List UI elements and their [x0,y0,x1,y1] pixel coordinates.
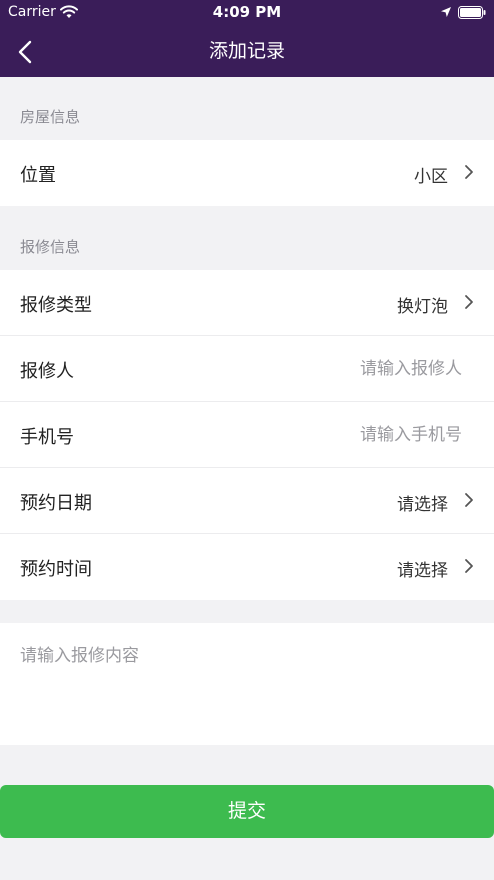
location-row[interactable]: 位置 小区 [0,140,494,206]
repair-content-box [0,623,494,745]
reporter-input[interactable] [222,352,462,386]
page-title: 添加记录 [208,40,285,62]
reporter-row: 报修人 [0,336,494,402]
location-value: 小区 [414,167,448,187]
status-bar: Carrier 4:09 PM [0,0,494,26]
chevron-right-icon [465,493,473,507]
chevron-right-icon [465,295,473,309]
phone-label: 手机号 [20,427,74,448]
section-label-repair: 报修信息 [20,238,81,256]
nav-bar: Carrier 4:09 PM 添加记录 [0,0,494,77]
repair-type-value: 换灯泡 [397,297,448,317]
section-label-house: 房屋信息 [20,108,81,126]
appointment-time-row[interactable]: 预约时间 请选择 [0,534,494,600]
chevron-right-icon [465,165,473,179]
repair-type-label: 报修类型 [20,295,92,316]
location-label: 位置 [20,165,56,186]
repair-info-group: 报修类型 换灯泡 报修人 手机号 预约日期 请选择 预约时间 请选择 [0,270,494,600]
house-info-group: 位置 小区 [0,140,494,206]
phone-input[interactable] [222,418,462,452]
location-arrow-icon [441,7,451,17]
reporter-label: 报修人 [20,361,74,382]
repair-content-input[interactable] [20,641,474,731]
chevron-right-icon [465,559,473,573]
phone-row: 手机号 [0,402,494,468]
appointment-time-label: 预约时间 [20,559,92,580]
submit-button[interactable]: 提交 [0,785,494,838]
status-time: 4:09 PM [212,3,282,21]
appointment-time-value: 请选择 [397,561,448,581]
appointment-date-row[interactable]: 预约日期 请选择 [0,468,494,534]
repair-type-row[interactable]: 报修类型 换灯泡 [0,270,494,336]
battery-icon [458,6,486,19]
appointment-date-value: 请选择 [397,495,448,515]
appointment-date-label: 预约日期 [20,493,92,514]
